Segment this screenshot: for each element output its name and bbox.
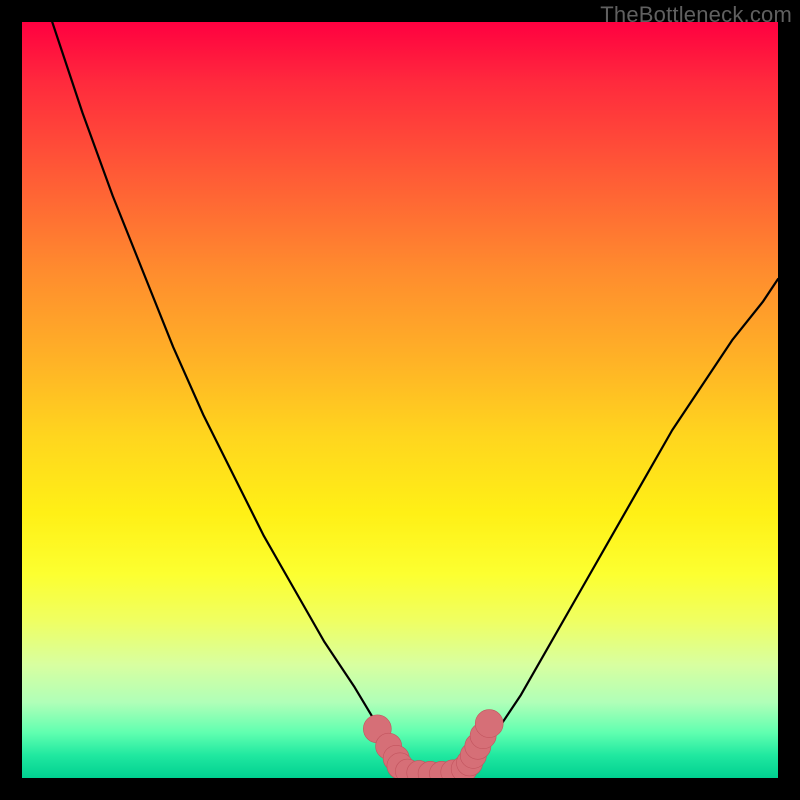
chart-frame: TheBottleneck.com xyxy=(0,0,800,800)
curve-right-curve xyxy=(472,279,778,764)
watermark-text: TheBottleneck.com xyxy=(600,2,792,28)
curve-left-curve xyxy=(52,22,404,767)
valley-marker xyxy=(475,710,503,738)
chart-svg xyxy=(22,22,778,778)
plot-area xyxy=(22,22,778,778)
